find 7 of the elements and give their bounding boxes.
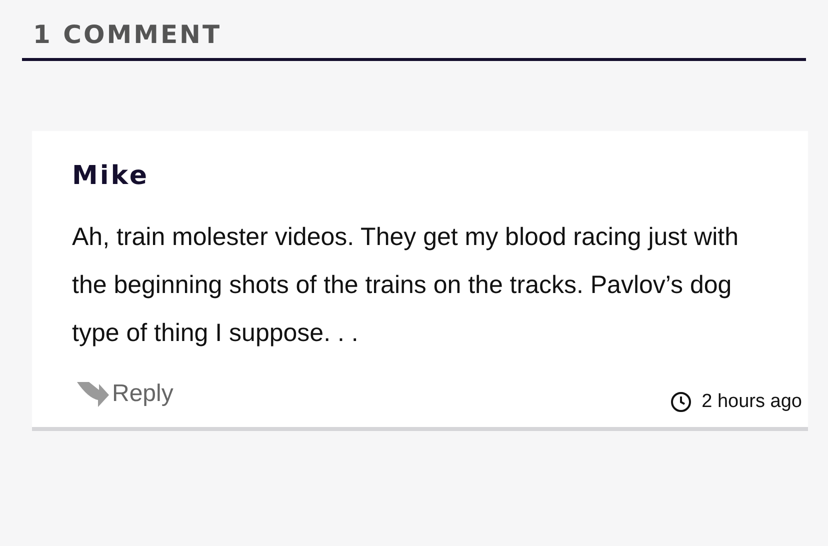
comment-author: Mike bbox=[72, 161, 150, 191]
comment-time: 2 hours ago bbox=[702, 391, 802, 413]
comments-heading: 1 COMMENT bbox=[33, 20, 222, 49]
reply-button[interactable]: Reply bbox=[76, 380, 174, 408]
comment-text: Ah, train molester videos. They get my blood racing just with the beginning shots of the trains on the tracks. Pavlov’s dog type of thing I suppose. . . bbox=[72, 222, 740, 349]
clock-icon bbox=[670, 391, 692, 413]
reply-arrow-icon bbox=[76, 380, 110, 408]
